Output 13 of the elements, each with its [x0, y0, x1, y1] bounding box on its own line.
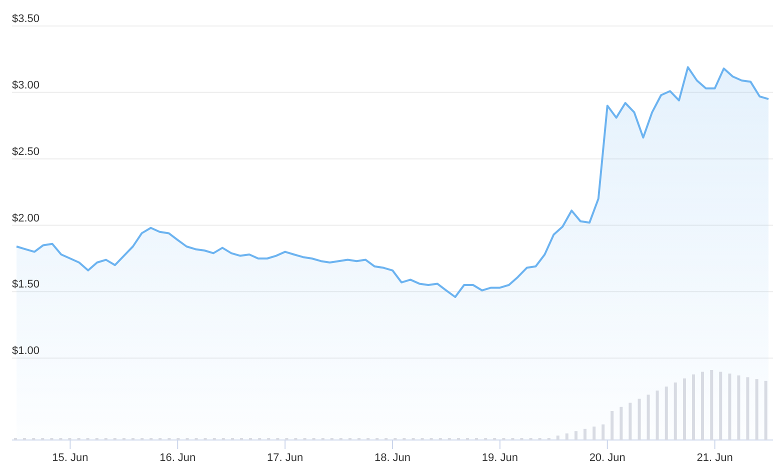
y-axis-label: $2.50 [12, 146, 40, 158]
x-axis-label: 21. Jun [696, 452, 733, 464]
x-axis-label: 16. Jun [160, 452, 196, 464]
y-axis-label: $2.00 [12, 212, 40, 224]
y-axis-label: $3.50 [12, 13, 40, 25]
x-axis-label: 19. Jun [482, 452, 518, 464]
x-axis-label: 20. Jun [589, 452, 626, 464]
y-axis-label: $3.00 [12, 79, 40, 92]
x-axis-label: 18. Jun [374, 452, 411, 464]
x-axis-label: 15. Jun [52, 452, 88, 464]
y-axis-label: $1.50 [12, 278, 40, 291]
y-axis-label: $1.00 [12, 345, 40, 358]
x-axis-label: 17. Jun [267, 452, 304, 464]
